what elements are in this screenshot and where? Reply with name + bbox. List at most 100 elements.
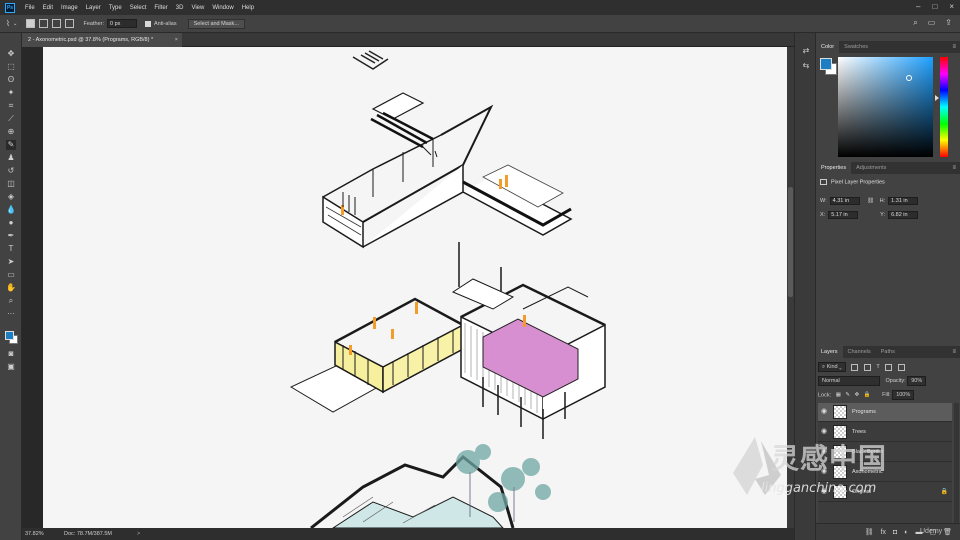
magic-wand-tool-icon[interactable]: ✦ (6, 88, 16, 98)
layer-row[interactable]: ◉ Programs (818, 403, 952, 422)
color-panel-foreground[interactable] (820, 58, 832, 70)
link-layers-icon[interactable]: ⛓ (865, 528, 874, 536)
move-tool-icon[interactable]: ✥ (6, 49, 16, 59)
intersect-selection-icon[interactable] (64, 19, 74, 28)
tab-adjustments[interactable]: Adjustments (851, 162, 891, 174)
document-canvas[interactable] (43, 47, 787, 528)
panel-menu-icon[interactable]: ≡ (952, 346, 956, 358)
marquee-tool-icon[interactable]: ⬚ (6, 62, 16, 72)
anti-alias-checkbox[interactable] (145, 20, 151, 27)
eyedropper-tool-icon[interactable]: ⟋ (6, 114, 16, 124)
link-icon[interactable]: ⛓ (867, 198, 874, 204)
menu-type[interactable]: Type (109, 5, 122, 11)
minimize-icon[interactable]: – (916, 2, 920, 11)
menu-edit[interactable]: Edit (43, 5, 53, 11)
tab-layers[interactable]: Layers (816, 346, 843, 358)
quick-mask-icon[interactable]: ◙ (6, 349, 16, 359)
hue-slider[interactable] (940, 57, 948, 157)
select-and-mask-button[interactable]: Select and Mask... (187, 18, 245, 29)
menu-window[interactable]: Window (212, 5, 233, 11)
menu-file[interactable]: File (25, 5, 35, 11)
lasso-tool-preset-icon[interactable]: ⌇ (6, 19, 10, 28)
menu-view[interactable]: View (191, 5, 204, 11)
menu-filter[interactable]: Filter (154, 5, 167, 11)
zoom-tool-icon[interactable]: ⌕ (6, 296, 16, 306)
workspace-icon[interactable]: ▭ (928, 18, 936, 28)
brush-tool-icon[interactable]: ✎ (6, 140, 16, 150)
width-field[interactable]: 4.31 in (829, 197, 860, 205)
panel-menu-icon[interactable]: ≡ (952, 162, 956, 174)
eraser-tool-icon[interactable]: ◫ (6, 179, 16, 189)
more-tools-icon[interactable]: ··· (6, 309, 16, 319)
opacity-field[interactable]: 90% (907, 376, 927, 386)
lock-paint-icon[interactable]: ✎ (845, 392, 850, 398)
clone-stamp-tool-icon[interactable]: ♟ (6, 153, 16, 163)
tab-channels[interactable]: Channels (843, 346, 876, 358)
color-field[interactable] (838, 57, 933, 157)
trash-icon[interactable]: 🗑 (943, 528, 952, 536)
screen-mode-icon[interactable]: ▣ (6, 362, 16, 372)
filter-type-icon[interactable]: T (876, 364, 879, 370)
add-mask-icon[interactable]: ◘ (893, 529, 897, 536)
y-field[interactable]: 6.82 in (888, 211, 919, 219)
menu-layer[interactable]: Layer (86, 5, 101, 11)
hand-tool-icon[interactable]: ✋ (6, 283, 16, 293)
add-selection-icon[interactable] (38, 19, 48, 28)
pen-tool-icon[interactable]: ✒ (6, 231, 16, 241)
adjust-panel-icon[interactable]: ⇆ (801, 61, 811, 71)
tab-paths[interactable]: Paths (876, 346, 900, 358)
filter-pixel-icon[interactable] (851, 363, 859, 371)
type-tool-icon[interactable]: T (6, 244, 16, 254)
visibility-eye-icon[interactable]: ◉ (821, 408, 829, 416)
filter-shape-icon[interactable] (885, 363, 893, 371)
maximize-icon[interactable]: □ (932, 2, 937, 11)
canvas-area[interactable] (22, 47, 787, 528)
paint-bucket-tool-icon[interactable]: ◈ (6, 192, 16, 202)
lock-position-icon[interactable]: ✥ (855, 392, 860, 398)
menu-3d[interactable]: 3D (176, 5, 184, 11)
tab-swatches[interactable]: Swatches (839, 41, 873, 53)
tab-color[interactable]: Color (816, 41, 840, 53)
close-icon[interactable]: × (949, 2, 954, 11)
panel-menu-icon[interactable]: ≡ (952, 41, 956, 53)
filter-adjustment-icon[interactable] (863, 363, 871, 371)
rectangle-tool-icon[interactable]: ▭ (6, 270, 16, 280)
lasso-tool-icon[interactable]: ʘ (6, 75, 16, 85)
menu-help[interactable]: Help (242, 5, 254, 11)
adjustment-layer-icon[interactable]: ◐ (904, 529, 908, 536)
lock-all-icon[interactable]: 🔒 (864, 392, 871, 398)
hue-marker-icon[interactable] (935, 95, 939, 101)
chevron-down-icon[interactable]: ⌄ (13, 21, 18, 27)
subtract-selection-icon[interactable] (51, 19, 61, 28)
crop-tool-icon[interactable]: ⌗ (6, 101, 16, 111)
fill-field[interactable]: 100% (892, 390, 915, 400)
filter-kind-dropdown[interactable]: ⌕ Kind ⌄ (818, 362, 846, 372)
menu-select[interactable]: Select (130, 5, 147, 11)
x-field[interactable]: 5.17 in (828, 211, 859, 219)
layers-scrollbar[interactable] (954, 403, 959, 523)
new-selection-icon[interactable] (25, 19, 35, 28)
path-selection-tool-icon[interactable]: ➤ (6, 257, 16, 267)
lock-pixels-icon[interactable]: ▦ (836, 392, 841, 398)
color-picker-cursor[interactable] (906, 75, 912, 81)
blur-tool-icon[interactable]: 💧 (6, 205, 16, 215)
document-tab[interactable]: 2 - Axonometric.psd @ 37.8% (Programs, R… (22, 33, 182, 47)
blend-mode-dropdown[interactable]: Normal (818, 376, 880, 386)
history-brush-tool-icon[interactable]: ↺ (6, 166, 16, 176)
feather-input[interactable]: 0 px (107, 19, 137, 28)
share-icon[interactable]: ⇪ (945, 18, 952, 28)
filter-smart-object-icon[interactable] (897, 363, 905, 371)
height-field[interactable]: 1.31 in (888, 197, 919, 205)
healing-brush-tool-icon[interactable]: ⊕ (6, 127, 16, 137)
history-panel-icon[interactable]: ⇄ (801, 46, 811, 56)
dodge-tool-icon[interactable]: ● (6, 218, 16, 228)
fx-icon[interactable]: fx (881, 529, 886, 536)
close-document-icon[interactable]: × (175, 33, 178, 47)
status-menu-arrow[interactable]: > (137, 528, 140, 540)
canvas-scroll-thumb[interactable] (788, 187, 793, 297)
tab-properties[interactable]: Properties (816, 162, 852, 174)
search-icon[interactable]: ⌕ (913, 18, 917, 28)
menu-image[interactable]: Image (61, 5, 78, 11)
zoom-level[interactable]: 37.82% (25, 528, 44, 540)
foreground-color-swatch[interactable] (5, 331, 14, 340)
